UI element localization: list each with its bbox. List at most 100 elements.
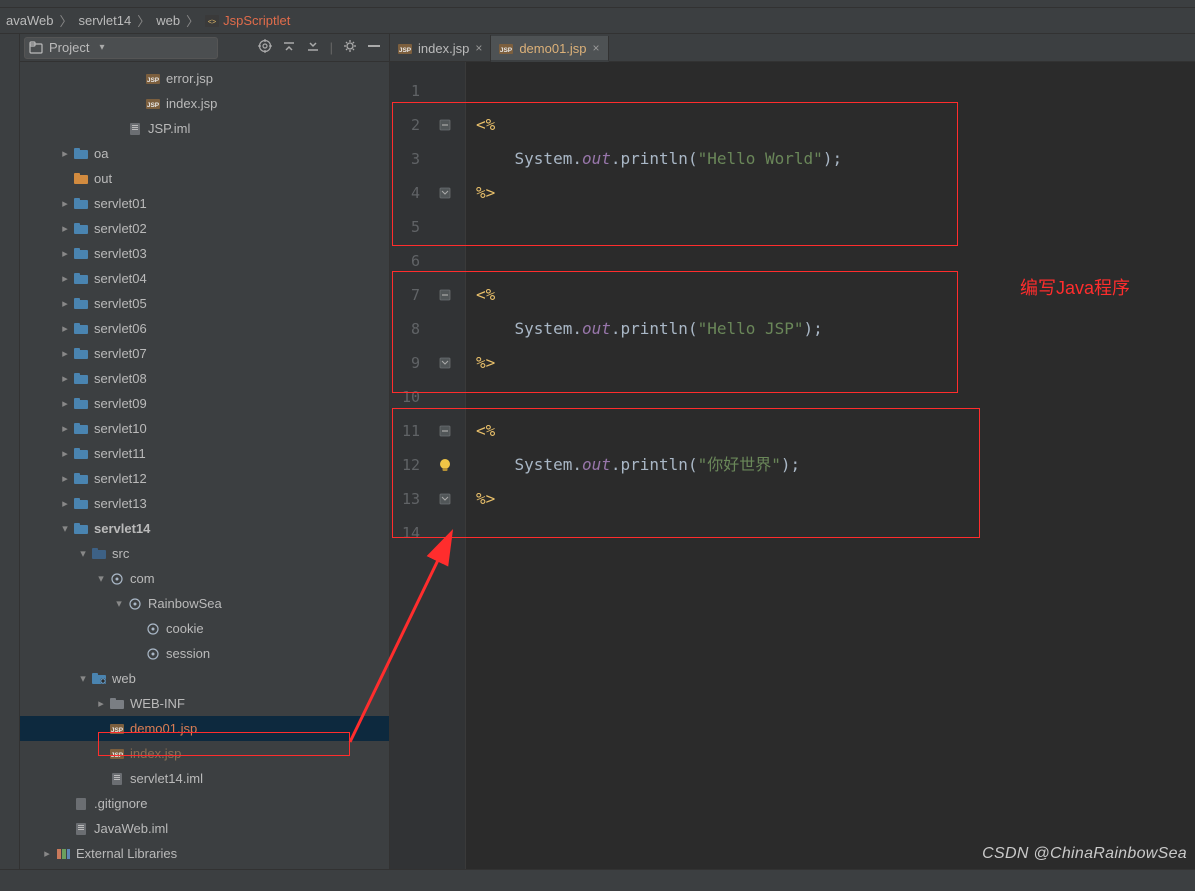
chevron-right-icon[interactable]: ▸ [94, 697, 108, 710]
fold-close-icon[interactable] [430, 346, 460, 380]
tree-item[interactable]: ▸servlet04 [20, 266, 389, 291]
close-tab-button[interactable]: × [593, 41, 600, 55]
tree-item[interactable]: ▸demo01.jsp [20, 716, 389, 741]
line-number[interactable]: 2 [390, 108, 430, 142]
chevron-right-icon[interactable]: ▸ [58, 322, 72, 335]
tree-item[interactable]: ▾web [20, 666, 389, 691]
tree-item[interactable]: ▸servlet10 [20, 416, 389, 441]
chevron-right-icon[interactable]: ▸ [58, 497, 72, 510]
line-number[interactable]: 9 [390, 346, 430, 380]
tree-item[interactable]: ▸error.jsp [20, 66, 389, 91]
tree-item[interactable]: ▸JSP.iml [20, 116, 389, 141]
code-line[interactable]: <% [476, 414, 1195, 448]
line-number[interactable]: 1 [390, 74, 430, 108]
line-number[interactable]: 10 [390, 380, 430, 414]
tool-window-stripe-left[interactable] [0, 34, 20, 869]
tree-item[interactable]: ▸servlet03 [20, 241, 389, 266]
intention-bulb-icon[interactable] [430, 448, 460, 482]
code-line[interactable]: System.out.println("你好世界"); [476, 448, 1195, 482]
code-line[interactable]: %> [476, 346, 1195, 380]
tree-item[interactable]: ▸servlet05 [20, 291, 389, 316]
chevron-right-icon[interactable]: ▸ [58, 372, 72, 385]
line-number[interactable]: 14 [390, 516, 430, 550]
tree-item[interactable]: ▸servlet06 [20, 316, 389, 341]
code-line[interactable]: System.out.println("Hello JSP"); [476, 312, 1195, 346]
hide-panel-button[interactable] [367, 39, 381, 56]
chevron-right-icon[interactable]: ▸ [58, 447, 72, 460]
close-tab-button[interactable]: × [475, 41, 482, 55]
line-number[interactable]: 7 [390, 278, 430, 312]
tree-item[interactable]: ▸.gitignore [20, 791, 389, 816]
chevron-right-icon[interactable]: ▸ [40, 847, 54, 860]
tree-item[interactable]: ▸servlet12 [20, 466, 389, 491]
tree-item[interactable]: ▸oa [20, 141, 389, 166]
editor-tab[interactable]: index.jsp× [390, 35, 491, 61]
code-line[interactable] [476, 516, 1195, 550]
chevron-down-icon[interactable]: ▾ [58, 522, 72, 535]
chevron-right-icon[interactable]: ▸ [58, 147, 72, 160]
tree-item[interactable]: ▸servlet14.iml [20, 766, 389, 791]
code-line[interactable]: <% [476, 108, 1195, 142]
code-line[interactable] [476, 210, 1195, 244]
chevron-right-icon[interactable]: ▸ [58, 272, 72, 285]
editor-body[interactable]: 1234567891011121314 <% System.out.printl… [390, 62, 1195, 869]
project-view-selector[interactable]: Project ▾ [24, 37, 218, 59]
fold-close-icon[interactable] [430, 176, 460, 210]
editor-tab[interactable]: demo01.jsp× [491, 36, 608, 62]
fold-open-icon[interactable] [430, 414, 460, 448]
breadcrumb-item[interactable]: JspScriptlet [223, 13, 290, 28]
line-number[interactable]: 12 [390, 448, 430, 482]
tree-item[interactable]: ▾servlet14 [20, 516, 389, 541]
tree-item[interactable]: ▾com [20, 566, 389, 591]
project-tree[interactable]: ▸error.jsp▸index.jsp▸JSP.iml▸oa▸out▸serv… [20, 62, 389, 869]
code-line[interactable]: %> [476, 176, 1195, 210]
tree-item[interactable]: ▸servlet01 [20, 191, 389, 216]
chevron-right-icon[interactable]: ▸ [58, 222, 72, 235]
line-number[interactable]: 13 [390, 482, 430, 516]
tree-item[interactable]: ▸servlet11 [20, 441, 389, 466]
breadcrumb-item[interactable]: servlet14 [78, 13, 131, 28]
line-number[interactable]: 6 [390, 244, 430, 278]
line-number[interactable]: 3 [390, 142, 430, 176]
chevron-right-icon[interactable]: ▸ [58, 347, 72, 360]
line-number[interactable]: 4 [390, 176, 430, 210]
tree-item[interactable]: ▾RainbowSea [20, 591, 389, 616]
chevron-right-icon[interactable]: ▸ [58, 422, 72, 435]
tree-item[interactable]: ▾src [20, 541, 389, 566]
chevron-down-icon[interactable]: ▾ [76, 672, 90, 685]
locate-target-button[interactable] [258, 39, 272, 56]
fold-open-icon[interactable] [430, 108, 460, 142]
line-number[interactable]: 8 [390, 312, 430, 346]
tree-item[interactable]: ▸servlet07 [20, 341, 389, 366]
tree-item[interactable]: ▸servlet08 [20, 366, 389, 391]
tree-item[interactable]: ▸JavaWeb.iml [20, 816, 389, 841]
code-line[interactable]: System.out.println("Hello World"); [476, 142, 1195, 176]
chevron-right-icon[interactable]: ▸ [58, 197, 72, 210]
breadcrumb-item[interactable]: web [156, 13, 180, 28]
chevron-right-icon[interactable]: ▸ [58, 297, 72, 310]
tree-item[interactable]: ▸WEB-INF [20, 691, 389, 716]
collapse-all-button[interactable] [306, 39, 320, 56]
code-area[interactable]: <% System.out.println("Hello World");%><… [466, 62, 1195, 869]
tree-item[interactable]: ▸ [20, 866, 389, 869]
breadcrumb-item[interactable]: avaWeb [6, 13, 53, 28]
editor-gutter[interactable]: 1234567891011121314 [390, 62, 466, 869]
expand-all-button[interactable] [282, 39, 296, 56]
line-number[interactable]: 11 [390, 414, 430, 448]
chevron-down-icon[interactable]: ▾ [94, 572, 108, 585]
fold-open-icon[interactable] [430, 278, 460, 312]
tree-item[interactable]: ▸servlet13 [20, 491, 389, 516]
code-line[interactable] [476, 74, 1195, 108]
chevron-right-icon[interactable]: ▸ [58, 397, 72, 410]
tree-item[interactable]: ▸External Libraries [20, 841, 389, 866]
tree-item[interactable]: ▸session [20, 641, 389, 666]
tree-item[interactable]: ▸servlet02 [20, 216, 389, 241]
chevron-right-icon[interactable]: ▸ [58, 472, 72, 485]
line-number[interactable]: 5 [390, 210, 430, 244]
settings-gear-button[interactable] [343, 39, 357, 56]
tree-item[interactable]: ▸index.jsp [20, 91, 389, 116]
code-line[interactable] [476, 244, 1195, 278]
chevron-down-icon[interactable]: ▾ [112, 597, 126, 610]
chevron-right-icon[interactable]: ▸ [58, 247, 72, 260]
tree-item[interactable]: ▸servlet09 [20, 391, 389, 416]
